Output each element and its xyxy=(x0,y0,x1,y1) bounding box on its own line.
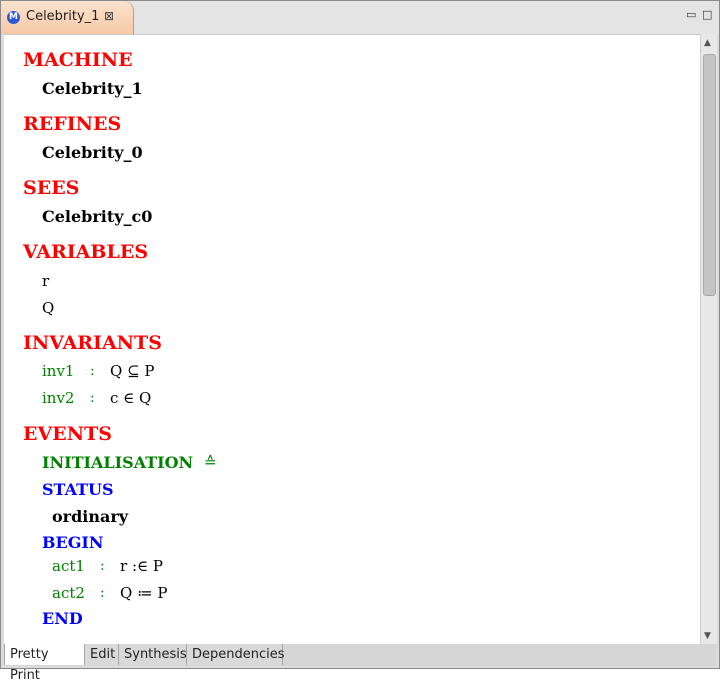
sees-keyword: SEES xyxy=(23,177,80,199)
events-keyword: EVENTS xyxy=(23,423,112,445)
minimize-icon[interactable]: ▭ xyxy=(686,8,696,21)
editor-tab-bar: M Celebrity_1 ⊠ ▭ □ xyxy=(1,1,719,34)
status-keyword: STATUS xyxy=(42,480,114,499)
refines-keyword: REFINES xyxy=(23,113,122,135)
variable-r: r xyxy=(42,272,50,290)
machine-keyword: MACHINE xyxy=(23,49,133,71)
invariants-keyword: INVARIANTS xyxy=(23,332,162,354)
refines-name: Celebrity_0 xyxy=(42,143,143,162)
action-separator: : xyxy=(100,585,105,601)
editor-window: M Celebrity_1 ⊠ ▭ □ MACHINE Celebrity_1 … xyxy=(0,0,720,683)
scroll-down-icon[interactable]: ▼ xyxy=(704,631,711,641)
scrollbar-thumb[interactable] xyxy=(703,54,716,296)
tab-synthesis[interactable]: Synthesis xyxy=(119,644,187,665)
tab-pretty-print[interactable]: Pretty Print xyxy=(4,644,85,683)
close-icon[interactable]: ⊠ xyxy=(104,9,114,23)
event-status: ordinary xyxy=(52,507,129,526)
tab-dependencies[interactable]: Dependencies xyxy=(187,644,285,665)
end-keyword: END xyxy=(42,609,83,628)
scroll-up-icon[interactable]: ▲ xyxy=(704,38,711,48)
begin-keyword: BEGIN xyxy=(42,533,104,552)
machine-icon: M xyxy=(7,11,20,24)
event-definition-symbol: ≙ xyxy=(204,453,217,471)
invariant-separator: : xyxy=(90,363,95,379)
invariant-label: inv2 xyxy=(42,389,75,407)
variable-q: Q xyxy=(42,299,55,317)
action-label: act2 xyxy=(52,584,85,602)
action-expression: Q ≔ P xyxy=(120,584,168,602)
bottom-tab-bar: Pretty Print Edit Synthesis Dependencies xyxy=(4,644,716,683)
invariant-separator: : xyxy=(90,390,95,406)
sees-name: Celebrity_c0 xyxy=(42,207,153,226)
variables-keyword: VARIABLES xyxy=(23,241,149,263)
machine-name: Celebrity_1 xyxy=(42,79,143,98)
action-label: act1 xyxy=(52,557,85,575)
tab-edit[interactable]: Edit xyxy=(85,644,119,665)
invariant-predicate: Q ⊆ P xyxy=(110,362,155,380)
vertical-scrollbar[interactable]: ▲ ▼ xyxy=(700,34,717,645)
event-name: INITIALISATION xyxy=(42,453,194,472)
maximize-icon[interactable]: □ xyxy=(702,8,712,21)
action-separator: : xyxy=(100,558,105,574)
action-expression: r :∈ P xyxy=(120,557,163,575)
invariant-label: inv1 xyxy=(42,362,75,380)
editor-tab-celebrity-1[interactable]: M Celebrity_1 ⊠ xyxy=(1,1,134,34)
editor-tab-title: Celebrity_1 xyxy=(26,9,100,24)
invariant-predicate: c ∈ Q xyxy=(110,389,152,407)
pretty-print-view: MACHINE Celebrity_1 REFINES Celebrity_0 … xyxy=(4,34,700,646)
